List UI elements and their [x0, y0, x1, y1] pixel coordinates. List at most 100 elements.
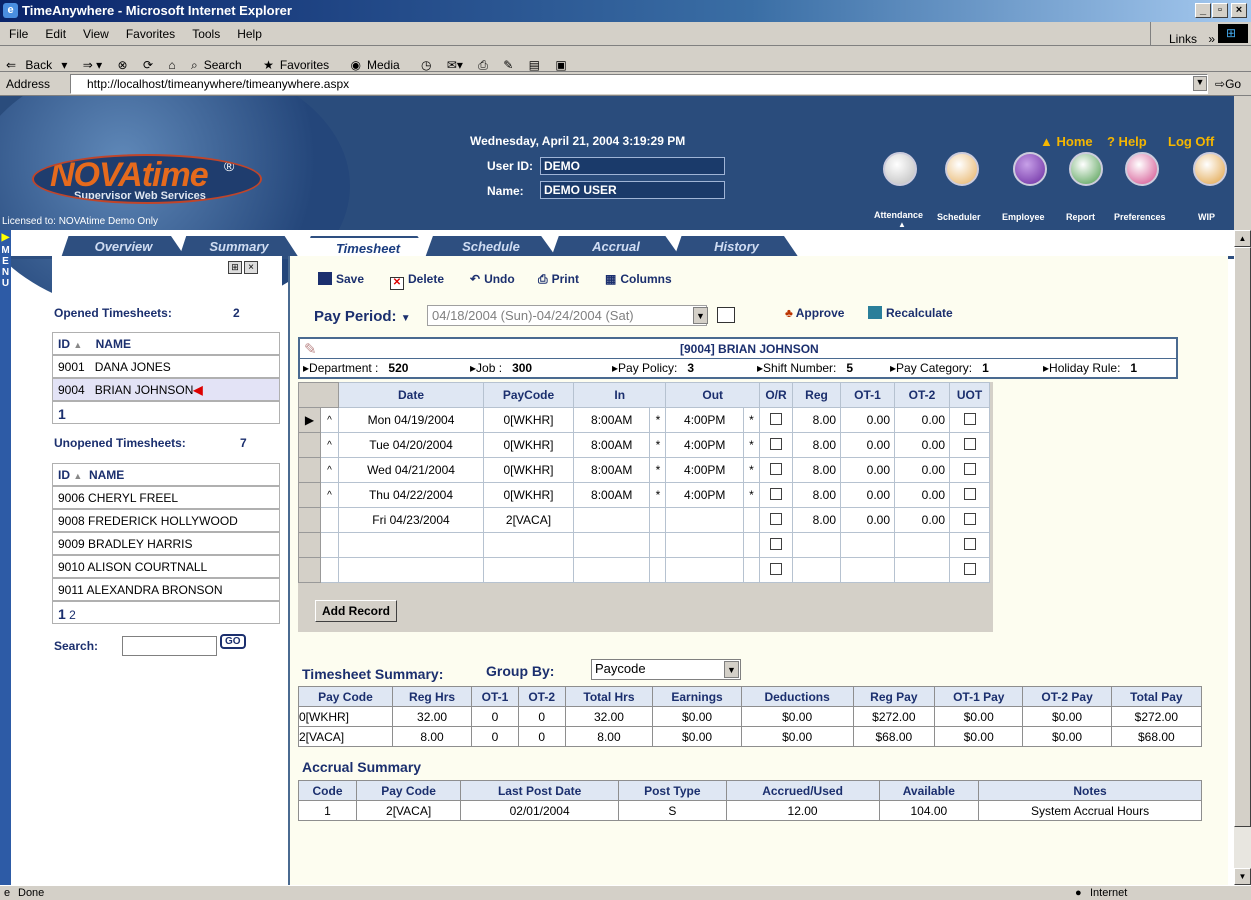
uot-checkbox[interactable]: [963, 512, 976, 525]
row-selector[interactable]: [298, 482, 321, 508]
unopened-header-row[interactable]: ID ▲ NAME: [52, 463, 280, 486]
stop-icon[interactable]: ⊗: [112, 52, 134, 72]
cell-out[interactable]: 4:00PM: [665, 407, 744, 433]
edit-icon[interactable]: ✎: [497, 52, 519, 72]
cell-date[interactable]: Tue 04/20/2004: [338, 432, 484, 458]
menu-edit[interactable]: Edit: [36, 22, 74, 41]
employee-icon[interactable]: [1013, 152, 1047, 186]
tab-summary[interactable]: Summary: [179, 236, 299, 258]
shift-number-field[interactable]: ▸Shift Number: 5: [757, 361, 853, 375]
nav-preferences[interactable]: Preferences: [1114, 212, 1166, 222]
attendance-icon[interactable]: [883, 152, 917, 186]
cell-uot[interactable]: [949, 457, 990, 483]
cell-paycode[interactable]: 0[WKHR]: [483, 457, 574, 483]
col-paycode[interactable]: PayCode: [483, 382, 574, 408]
cell-in-flag[interactable]: *: [649, 432, 667, 458]
media-button[interactable]: ◉ Media: [345, 46, 412, 72]
columns-button[interactable]: ▦ Columns: [605, 272, 672, 286]
cell-ot2[interactable]: 0.00: [894, 482, 950, 508]
menu-tools[interactable]: Tools: [183, 22, 228, 41]
unopened-row[interactable]: 9011 ALEXANDRA BRONSON: [52, 578, 280, 601]
cell-ot2[interactable]: 0.00: [894, 507, 950, 533]
cell-ot1[interactable]: 0.00: [840, 457, 895, 483]
pay-category-field[interactable]: ▸Pay Category: 1: [890, 361, 989, 375]
cell-in-flag[interactable]: [649, 557, 667, 583]
cell-reg[interactable]: 8.00: [792, 457, 841, 483]
cell-in[interactable]: [572, 532, 651, 558]
cell-date[interactable]: Fri 04/23/2004: [338, 507, 484, 533]
unopened-row[interactable]: 9006 CHERYL FREEL: [52, 486, 280, 509]
cell-out[interactable]: [665, 507, 744, 533]
cell-out-flag[interactable]: *: [743, 457, 760, 483]
address-dropdown-icon[interactable]: ▼: [1193, 76, 1207, 91]
menu-help[interactable]: Help: [228, 22, 270, 41]
cell-out-flag[interactable]: *: [743, 407, 760, 433]
undo-button[interactable]: ↶ Undo: [470, 272, 515, 286]
unopened-row[interactable]: 9009 BRADLEY HARRIS: [52, 532, 280, 555]
opened-row[interactable]: 9001 DANA JONES: [52, 355, 280, 378]
or-checkbox[interactable]: [770, 412, 782, 425]
cell-paycode[interactable]: 0[WKHR]: [483, 432, 574, 458]
cell-in[interactable]: 8:00AM: [572, 457, 651, 483]
help-link[interactable]: ? Help: [1107, 134, 1147, 149]
cell-uot[interactable]: [949, 432, 990, 458]
cell-reg[interactable]: 8.00: [792, 432, 841, 458]
cell-paycode[interactable]: [483, 532, 574, 558]
col-date[interactable]: Date: [338, 382, 484, 408]
cell-out[interactable]: [665, 557, 744, 583]
cell-uot[interactable]: [949, 482, 990, 508]
cell-in-flag[interactable]: *: [649, 482, 667, 508]
summary-col[interactable]: OT-2: [517, 686, 566, 707]
cell-ot1[interactable]: [840, 532, 895, 558]
menu-file[interactable]: File: [0, 22, 36, 41]
scroll-thumb[interactable]: [1234, 247, 1251, 827]
scroll-up-icon[interactable]: ▲: [1234, 230, 1251, 247]
timesheet-row[interactable]: Fri 04/23/2004 2[VACA] 8.00 0.00 0.00: [298, 507, 990, 533]
nav-report[interactable]: Report: [1066, 212, 1095, 222]
row-selector[interactable]: [298, 557, 321, 583]
recalculate-button[interactable]: Recalculate: [868, 306, 953, 320]
col-out[interactable]: Out: [665, 382, 760, 408]
col-reg[interactable]: Reg: [792, 382, 841, 408]
accrual-col[interactable]: Pay Code: [355, 780, 462, 801]
messenger-icon[interactable]: ▣: [549, 52, 572, 72]
home-link[interactable]: ▲ Home: [1040, 134, 1093, 149]
cell-paycode[interactable]: 2[VACA]: [483, 507, 574, 533]
cell-in[interactable]: 8:00AM: [572, 482, 651, 508]
accrual-col[interactable]: Notes: [978, 780, 1202, 801]
cell-date[interactable]: Thu 04/22/2004: [338, 482, 484, 508]
cell-reg[interactable]: 8.00: [792, 482, 841, 508]
uot-checkbox[interactable]: [963, 562, 976, 575]
save-button[interactable]: Save: [318, 272, 364, 286]
accrual-col[interactable]: Accrued/Used: [725, 780, 880, 801]
back-button[interactable]: ⇐ Back ▾: [0, 46, 73, 72]
report-icon[interactable]: [1069, 152, 1103, 186]
cell-reg[interactable]: [792, 557, 841, 583]
cell-in[interactable]: 8:00AM: [572, 432, 651, 458]
cell-ot2[interactable]: 0.00: [894, 457, 950, 483]
col-or[interactable]: O/R: [759, 382, 793, 408]
cell-reg[interactable]: [792, 532, 841, 558]
summary-col[interactable]: Reg Pay: [852, 686, 936, 707]
cell-date[interactable]: Mon 04/19/2004: [338, 407, 484, 433]
department-field[interactable]: ▸Department : 520: [303, 361, 408, 375]
cell-in[interactable]: 8:00AM: [572, 407, 651, 433]
uot-checkbox[interactable]: [963, 437, 976, 450]
page-link[interactable]: 1: [58, 606, 66, 622]
cell-or[interactable]: [759, 482, 793, 508]
job-field[interactable]: ▸Job : 300: [470, 361, 532, 375]
go-button[interactable]: ⇨Go: [1215, 77, 1241, 91]
cell-out-flag[interactable]: [743, 507, 760, 533]
discuss-icon[interactable]: ▤: [523, 52, 546, 72]
cell-or[interactable]: [759, 532, 793, 558]
opened-page-link[interactable]: 1: [52, 401, 280, 424]
employee-search-input[interactable]: [122, 636, 217, 656]
group-by-select[interactable]: Paycode: [591, 659, 741, 680]
cell-paycode[interactable]: [483, 557, 574, 583]
home-icon[interactable]: ⌂: [162, 52, 181, 72]
timesheet-row[interactable]: [298, 532, 990, 558]
uot-checkbox[interactable]: [963, 537, 976, 550]
menu-view[interactable]: View: [74, 22, 117, 41]
uot-checkbox[interactable]: [963, 462, 976, 475]
cell-in-flag[interactable]: [649, 532, 667, 558]
